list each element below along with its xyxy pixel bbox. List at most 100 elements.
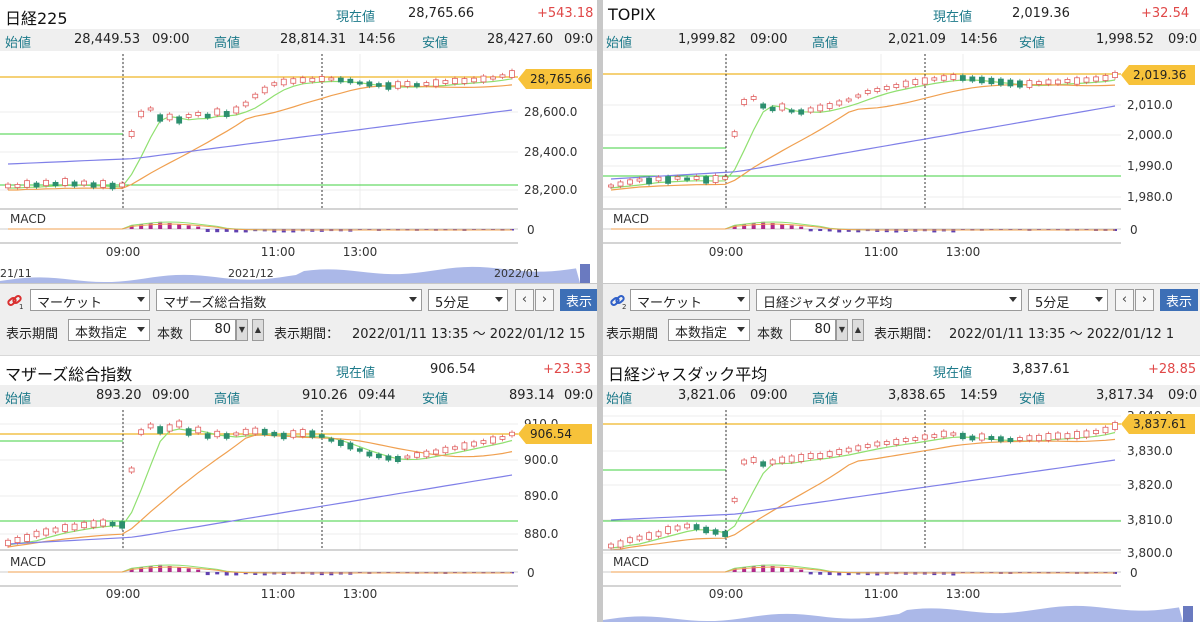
- candle: [414, 83, 420, 87]
- change-value: +23.33: [543, 362, 592, 377]
- overview-area: [603, 605, 1183, 622]
- price-tag-label: 28,765.66: [530, 72, 591, 86]
- open-label: 始値: [606, 392, 633, 407]
- open-value: 28,449.53: [74, 32, 141, 47]
- x-tick-label: 11:00: [864, 245, 899, 259]
- interval-select[interactable]: 5分足: [428, 289, 508, 311]
- macd-zero-label: 0: [527, 566, 535, 580]
- candle: [452, 77, 458, 85]
- y-tick-label: 28,600.0: [524, 105, 577, 119]
- next-button[interactable]: ›: [1135, 289, 1154, 311]
- candle: [62, 178, 68, 186]
- candle: [14, 537, 21, 543]
- candle: [204, 113, 211, 119]
- count-input[interactable]: 80: [790, 319, 836, 341]
- next-button[interactable]: ›: [535, 289, 554, 311]
- period-mode-select[interactable]: 本数指定: [68, 319, 150, 341]
- count-down-button[interactable]: ▼: [236, 319, 248, 341]
- macd-histogram-bar: [215, 572, 220, 575]
- x-tick-label: 13:00: [343, 245, 378, 259]
- count-down-button[interactable]: ▼: [836, 319, 848, 341]
- candle: [874, 441, 881, 447]
- candle: [855, 445, 862, 451]
- count-up-button[interactable]: ▲: [252, 319, 264, 341]
- show-button[interactable]: 表示: [560, 289, 597, 311]
- price-chart[interactable]: 910.0900.0890.0880.0906.54MACD009:0011:0…: [0, 410, 597, 622]
- period-mode-value: 本数指定: [675, 326, 728, 341]
- current-label: 現在値: [336, 10, 376, 25]
- macd-histogram-bar: [789, 568, 794, 572]
- link-icon[interactable]: 1: [6, 292, 24, 310]
- y-tick-label: 2,010.0: [1127, 98, 1173, 112]
- interval-select[interactable]: 5分足: [1028, 289, 1108, 311]
- candle: [693, 176, 700, 180]
- chevron-down-icon: [737, 297, 745, 302]
- macd-histogram-bar: [780, 567, 785, 572]
- price-tag: 2,019.36: [1121, 65, 1195, 85]
- candle: [204, 433, 211, 439]
- candle: [214, 430, 221, 438]
- count-input[interactable]: 80: [190, 319, 236, 341]
- low-time: 09:0: [1168, 32, 1198, 47]
- x-tick-label: 11:00: [261, 245, 296, 259]
- candle: [490, 436, 496, 444]
- link-index: 1: [19, 303, 23, 310]
- count-up-button[interactable]: ▲: [852, 319, 864, 341]
- macd-histogram-bar: [329, 572, 334, 576]
- overview-scroll-handle: [1183, 606, 1193, 622]
- change-value: +32.54: [1141, 6, 1190, 21]
- y-tick-label: 900.0: [524, 453, 558, 467]
- instrument-select[interactable]: マザーズ総合指数: [156, 289, 422, 311]
- link-icon[interactable]: 2: [609, 292, 627, 310]
- macd-histogram-bar: [799, 569, 804, 572]
- high-value: 910.26: [302, 388, 348, 403]
- price-chart[interactable]: 3,840.03,830.03,820.03,810.03,800.03,837…: [603, 410, 1200, 622]
- candle: [471, 77, 477, 83]
- range-value: 2022/01/11 13:35 ～ 2022/01/12 15: [352, 327, 586, 342]
- instrument-select[interactable]: 日経ジャスダック平均: [756, 289, 1022, 311]
- candle: [490, 76, 496, 80]
- candle: [741, 459, 748, 465]
- candle: [665, 526, 671, 534]
- candle: [912, 437, 919, 441]
- prev-button[interactable]: ‹: [1115, 289, 1134, 311]
- high-label: 高値: [812, 392, 839, 407]
- candle: [5, 183, 11, 189]
- price-chart[interactable]: 28,600.0 28,400.0 28,200.0 28,765.66 MACD 0 09…: [0, 54, 597, 283]
- candle: [356, 448, 363, 452]
- candle: [674, 525, 681, 531]
- candle: [722, 531, 729, 537]
- open-label: 始値: [606, 36, 633, 51]
- candle: [499, 74, 506, 78]
- candle: [33, 182, 40, 188]
- candle: [394, 81, 401, 89]
- instrument-title: 日経ジャスダック平均: [608, 365, 768, 384]
- ma-mid-line: [8, 84, 513, 191]
- price-chart[interactable]: 2,010.0 2,000.0 1,990.0 1,980.0 2,019.36 MACD…: [603, 54, 1200, 283]
- low-time: 09:0: [564, 388, 594, 403]
- candle: [798, 454, 805, 462]
- price-tag: 28,765.66: [518, 69, 592, 89]
- chevron-down-icon: [137, 327, 145, 332]
- market-select[interactable]: マーケット: [630, 289, 750, 311]
- period-mode-select[interactable]: 本数指定: [668, 319, 750, 341]
- open-time: 09:00: [152, 388, 190, 403]
- y-tick-label: 1,980.0: [1127, 190, 1173, 204]
- market-select[interactable]: マーケット: [30, 289, 150, 311]
- quote-header: TOPIX 現在値 2,019.36 +32.54 始値 1,999.82 09…: [603, 0, 1200, 54]
- candle: [147, 107, 154, 111]
- candle: [442, 446, 449, 454]
- show-button[interactable]: 表示: [1160, 289, 1199, 311]
- period-mode-value: 本数指定: [75, 326, 128, 341]
- chart-panel-nikkei225: 日経225 現在値 28,765.66 +543.18 始値 28,449.53…: [0, 0, 597, 283]
- x-tick-label: 13:00: [946, 587, 981, 601]
- candle: [1083, 77, 1090, 83]
- candle: [940, 430, 947, 438]
- candle: [883, 441, 890, 445]
- y-tick-label: 2,000.0: [1127, 128, 1173, 142]
- overview-scroll-handle: [580, 264, 590, 283]
- candle: [242, 428, 249, 436]
- candle: [959, 432, 966, 440]
- prev-button[interactable]: ‹: [515, 289, 534, 311]
- ma-fast-line: [610, 431, 1116, 549]
